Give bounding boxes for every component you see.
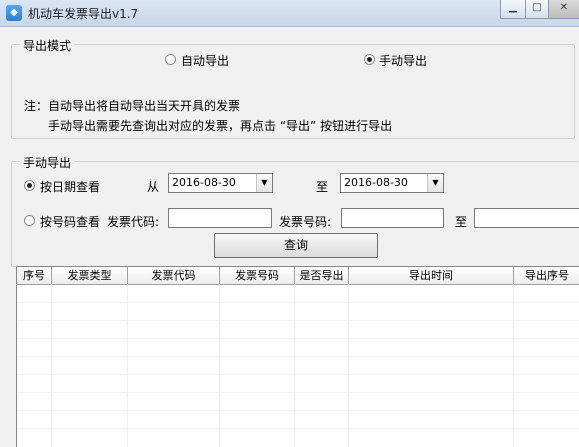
invoice-code-label: 发票代码: (107, 215, 160, 229)
column-header[interactable]: 发票号码 (220, 267, 295, 284)
by-number-radio[interactable] (24, 215, 35, 226)
date-from-value: 2016-08-30 (172, 176, 236, 189)
by-date-label[interactable]: 按日期查看 (40, 178, 100, 195)
auto-export-radio[interactable] (165, 54, 176, 65)
results-table[interactable]: 序号 发票类型 发票代码 发票号码 是否导出 导出时间 导出序号 (16, 266, 579, 447)
column-header[interactable]: 序号 (17, 267, 52, 284)
grid-line (127, 284, 128, 447)
grid-line (513, 284, 514, 447)
column-header[interactable]: 发票代码 (128, 267, 220, 284)
grid-line (17, 320, 579, 321)
grid-line (17, 338, 579, 339)
date-from-select[interactable]: 2016-08-30 ▼ (168, 173, 273, 193)
column-header[interactable]: 是否导出 (295, 267, 349, 284)
invoice-number-from-input[interactable] (341, 208, 444, 228)
grid-line (17, 302, 579, 303)
table-header: 序号 发票类型 发票代码 发票号码 是否导出 导出时间 导出序号 (17, 267, 579, 285)
window-title: 机动车发票导出v1.7 (28, 7, 139, 21)
manual-export-label[interactable]: 手动导出 (379, 52, 427, 69)
close-button[interactable]: ✕ (548, 0, 579, 19)
grid-line (294, 284, 295, 447)
to-label: 至 (316, 180, 329, 194)
minimize-button[interactable]: ▁ (500, 0, 526, 19)
column-header[interactable]: 导出序号 (514, 267, 579, 284)
manual-export-radio[interactable] (364, 54, 375, 65)
grid-line (17, 428, 579, 429)
date-to-select[interactable]: 2016-08-30 ▼ (340, 173, 444, 193)
by-date-radio[interactable] (24, 180, 35, 191)
grid-line (17, 374, 579, 375)
query-button[interactable]: 查询 (214, 233, 378, 258)
from-label: 从 (147, 180, 160, 194)
auto-export-label[interactable]: 自动导出 (181, 52, 229, 69)
grid-line (348, 284, 349, 447)
note-line-2: 手动导出需要先查询出对应的发票，再点击 “导出” 按钮进行导出 (48, 119, 393, 133)
grid-line (17, 356, 579, 357)
by-number-label[interactable]: 按号码查看 (40, 213, 100, 230)
chevron-down-icon[interactable]: ▼ (427, 174, 443, 192)
title-bar[interactable]: ◆ 机动车发票导出v1.7 ▁ □ ✕ (0, 0, 579, 27)
note-line-1: 注：自动导出将自动导出当天开具的发票 (24, 99, 241, 113)
range-to-label: 至 (455, 215, 468, 229)
invoice-code-input[interactable] (168, 208, 272, 228)
export-mode-legend: 导出模式 (20, 37, 75, 54)
grid-line (51, 284, 52, 447)
column-header[interactable]: 发票类型 (52, 267, 128, 284)
grid-line (17, 392, 579, 393)
date-to-value: 2016-08-30 (344, 176, 408, 189)
invoice-number-to-input[interactable] (474, 208, 579, 228)
invoice-number-label: 发票号码: (279, 215, 332, 229)
maximize-button[interactable]: □ (525, 0, 549, 19)
grid-line (219, 284, 220, 447)
grid-line (17, 410, 579, 411)
app-icon: ◆ (6, 5, 22, 21)
column-header[interactable]: 导出时间 (349, 267, 514, 284)
manual-export-legend: 手动导出 (20, 154, 75, 171)
chevron-down-icon[interactable]: ▼ (256, 174, 272, 192)
